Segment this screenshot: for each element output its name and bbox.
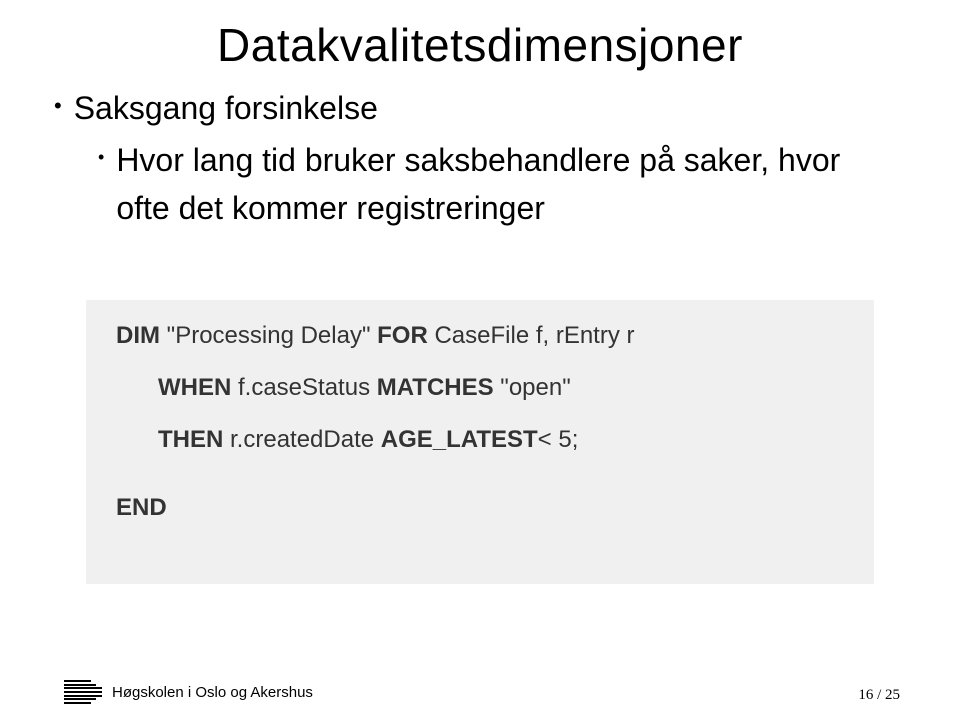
institution-name: Høgskolen i Oslo og Akershus: [112, 684, 313, 701]
bullet-level1-text: Saksgang forsinkelse: [74, 84, 378, 132]
bullet-dot-icon: •: [54, 84, 62, 128]
keyword-end: END: [116, 494, 167, 521]
bullet-dot-icon: •: [98, 136, 104, 178]
bullet-level2: • Hvor lang tid bruker saksbehandlere på…: [98, 136, 856, 232]
keyword-for: FOR: [377, 322, 428, 349]
keyword-matches: MATCHES: [377, 374, 494, 401]
code-line: THEN r.createdDate AGE_LATEST< 5;: [158, 426, 844, 454]
code-text: CaseFile f, rEntry r: [428, 322, 635, 349]
keyword-when: WHEN: [158, 374, 231, 401]
footer-left: Høgskolen i Oslo og Akershus: [64, 680, 313, 704]
slide: Datakvalitetsdimensjoner • Saksgang fors…: [0, 0, 960, 718]
code-line: DIM "Processing Delay" FOR CaseFile f, r…: [116, 322, 844, 350]
keyword-dim: DIM: [116, 322, 160, 349]
code-text: "Processing Delay": [160, 322, 377, 349]
code-line: WHEN f.caseStatus MATCHES "open": [158, 374, 844, 402]
page-number: 16 / 25: [858, 687, 900, 704]
code-text: < 5;: [538, 426, 579, 453]
institution-logo-icon: [64, 680, 102, 704]
keyword-age: AGE_LATEST: [381, 426, 538, 453]
bullet-level2-text: Hvor lang tid bruker saksbehandlere på s…: [116, 136, 856, 232]
keyword-then: THEN: [158, 426, 223, 453]
code-text: r.createdDate: [223, 426, 380, 453]
bullet-list: • Saksgang forsinkelse • Hvor lang tid b…: [54, 84, 856, 232]
slide-title: Datakvalitetsdimensjoner: [0, 18, 960, 72]
code-line: END: [116, 494, 844, 522]
code-text: "open": [494, 374, 571, 401]
bullet-level1: • Saksgang forsinkelse: [54, 84, 856, 132]
code-block: DIM "Processing Delay" FOR CaseFile f, r…: [86, 300, 874, 584]
code-text: f.caseStatus: [231, 374, 376, 401]
